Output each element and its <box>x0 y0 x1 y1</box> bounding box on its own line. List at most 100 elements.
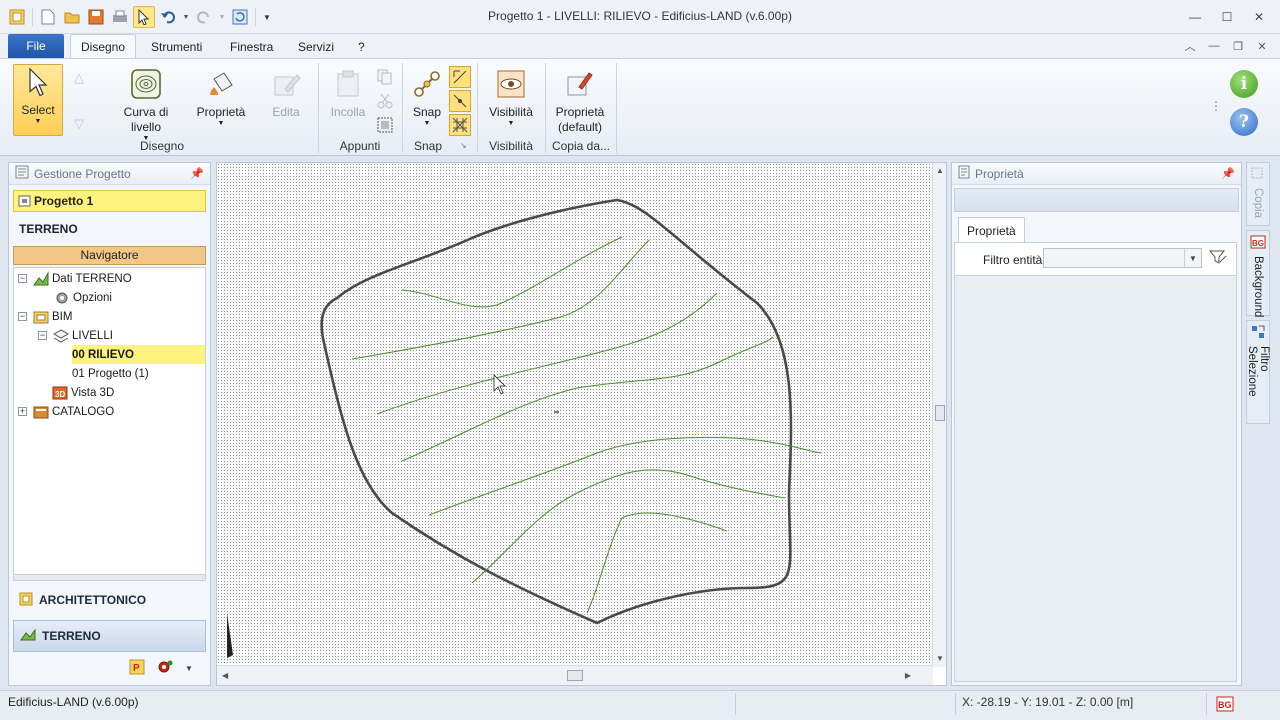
tree-label: 00 RILIEVO <box>72 348 134 361</box>
scroll-up-icon[interactable]: △ <box>68 67 90 89</box>
bg-status-icon[interactable]: BG <box>1216 696 1234 715</box>
tab-help[interactable]: ? <box>348 34 375 59</box>
pin-icon[interactable]: 📌 <box>1221 167 1235 180</box>
section-title: TERRENO <box>19 222 78 236</box>
tree-item-opzioni[interactable]: Opzioni <box>54 288 112 307</box>
tree-item-vista-3d[interactable]: 3D Vista 3D <box>52 383 114 402</box>
panel-header: Gestione Progetto 📌 <box>9 163 210 185</box>
tab-background[interactable]: BG Background <box>1246 230 1270 318</box>
contour-line <box>351 239 650 360</box>
horizontal-scrollbar[interactable]: ◀ ▶ <box>217 665 933 685</box>
collapse-icon[interactable]: − <box>18 312 27 321</box>
group-appunti-label: Appunti <box>339 139 381 153</box>
tab-label: Background <box>1252 256 1264 318</box>
group-visibilita-label: Visibilità <box>489 139 533 153</box>
scroll-down-arrow-icon[interactable]: ▼ <box>936 654 944 663</box>
tab-finestra[interactable]: Finestra <box>220 34 283 59</box>
project-manager-panel: Gestione Progetto 📌 Progetto 1 TERRENO N… <box>8 162 211 686</box>
tree-item-bim[interactable]: − BIM <box>18 307 72 326</box>
contour-line <box>428 436 822 516</box>
view-3d-icon: 3D <box>52 385 68 401</box>
tree-label: Vista 3D <box>71 386 115 399</box>
property-grid <box>955 275 1236 681</box>
tree-item-livelli[interactable]: − LIVELLI <box>38 326 113 345</box>
chevron-down-icon: ▼ <box>507 120 515 127</box>
tab-servizi[interactable]: Servizi <box>288 34 344 59</box>
doc-minimize-icon[interactable]: — <box>1206 38 1222 54</box>
tree-item-dati-terreno[interactable]: − Dati TERRENO <box>18 269 132 288</box>
p-badge-icon[interactable]: P <box>129 659 145 678</box>
tab-copia[interactable]: Copia <box>1246 162 1270 226</box>
chevron-down-icon[interactable]: ▼ <box>185 664 193 673</box>
proprieta-default-button[interactable]: Proprietà (default) <box>550 67 610 135</box>
incolla-button[interactable]: Incolla <box>326 67 370 120</box>
scroll-up-arrow-icon[interactable]: ▲ <box>936 166 944 175</box>
tab-strumenti[interactable]: Strumenti <box>141 34 212 59</box>
filter-funnel-icon[interactable] <box>1208 249 1227 268</box>
select-all-icon[interactable] <box>374 114 396 136</box>
status-bar: Edificius-LAND (v.6.00p) X: -28.19 - Y: … <box>0 690 1280 720</box>
settings-gear-icon[interactable] <box>157 659 173 678</box>
collapse-icon[interactable]: − <box>18 274 27 283</box>
help-icon[interactable]: ? <box>1230 108 1258 136</box>
visibilita-button[interactable]: Visibilità ▼ <box>484 67 538 128</box>
tree-label: 01 Progetto (1) <box>72 367 149 380</box>
contour-line <box>586 512 728 614</box>
chevron-down-icon[interactable]: ▼ <box>1184 249 1201 267</box>
snap-grid-icon[interactable] <box>449 114 471 136</box>
horizontal-scroll-thumb[interactable] <box>567 670 583 681</box>
entity-filter-select[interactable]: ▼ <box>1043 248 1202 268</box>
info-icon[interactable]: i <box>1230 70 1258 98</box>
file-tab[interactable]: File <box>8 34 64 58</box>
scroll-right-arrow-icon[interactable]: ▶ <box>905 671 911 680</box>
scroll-down-icon[interactable]: ▽ <box>68 113 90 135</box>
proprieta-button[interactable]: Proprietà ▼ <box>192 67 250 128</box>
tree-label: BIM <box>52 310 73 323</box>
tab-architettonico[interactable]: ARCHITETTONICO <box>13 584 206 616</box>
vertical-scroll-thumb[interactable] <box>935 405 945 421</box>
tree-item-00-rilievo[interactable]: 00 RILIEVO <box>72 345 205 364</box>
navigator-bar[interactable]: Navigatore <box>13 246 206 265</box>
maximize-icon[interactable]: ☐ <box>1214 6 1240 28</box>
pin-icon[interactable]: 📌 <box>190 167 204 180</box>
chevron-down-icon: ▼ <box>217 120 225 127</box>
collapse-icon[interactable]: − <box>38 331 47 340</box>
tab-disegno[interactable]: Disegno <box>70 34 137 59</box>
edita-button[interactable]: Edita <box>264 67 308 120</box>
snap-dialog-launcher-icon[interactable]: ↘ <box>460 141 467 150</box>
doc-close-icon[interactable]: ✕ <box>1254 38 1270 54</box>
splitter[interactable] <box>13 574 206 581</box>
scroll-left-arrow-icon[interactable]: ◀ <box>222 671 228 680</box>
tree-item-01-progetto[interactable]: 01 Progetto (1) <box>72 364 149 383</box>
tree-label: Opzioni <box>73 291 112 304</box>
collapse-ribbon-icon[interactable]: ︿ <box>1182 38 1198 54</box>
snap-midpoint-icon[interactable] <box>449 90 471 112</box>
tab-filtro-selezione[interactable]: Filtro Selezione <box>1246 320 1270 424</box>
tab-proprieta[interactable]: Proprietà <box>958 217 1025 243</box>
curva-di-livello-button[interactable]: Curva di livello ▼ <box>118 67 174 143</box>
doc-restore-icon[interactable]: ❐ <box>1230 38 1246 54</box>
copy-icon[interactable] <box>374 66 396 88</box>
select-button[interactable]: Select ▼ <box>13 64 63 136</box>
project-item[interactable]: Progetto 1 <box>13 190 206 212</box>
tab-label: ARCHITETTONICO <box>39 593 147 607</box>
minimize-icon[interactable]: — <box>1182 6 1208 28</box>
tree-item-catalogo[interactable]: + CATALOGO <box>18 402 114 421</box>
curva-label-1: Curva di <box>123 105 169 119</box>
drawing-area[interactable]: ▲ ▼ ◀ ▶ <box>216 162 947 686</box>
vertical-scrollbar[interactable]: ▲ ▼ <box>932 163 946 667</box>
window-title: Progetto 1 - LIVELLI: RILIEVO - Edificiu… <box>488 9 792 23</box>
prop-default-label-1: Proprietà <box>555 105 605 119</box>
expand-icon[interactable]: + <box>18 407 27 416</box>
drawing-canvas[interactable] <box>217 163 933 667</box>
close-icon[interactable]: ✕ <box>1246 6 1272 28</box>
snap-endpoint-icon[interactable] <box>449 66 471 88</box>
contour-line <box>471 469 786 584</box>
group-separator <box>616 63 617 153</box>
cut-icon[interactable] <box>374 90 396 112</box>
tab-terreno[interactable]: TERRENO <box>13 620 206 652</box>
snap-button[interactable]: Snap ▼ <box>408 67 446 128</box>
snap-label: Snap <box>412 105 442 119</box>
group-separator <box>318 63 319 153</box>
architectural-icon <box>19 592 33 609</box>
